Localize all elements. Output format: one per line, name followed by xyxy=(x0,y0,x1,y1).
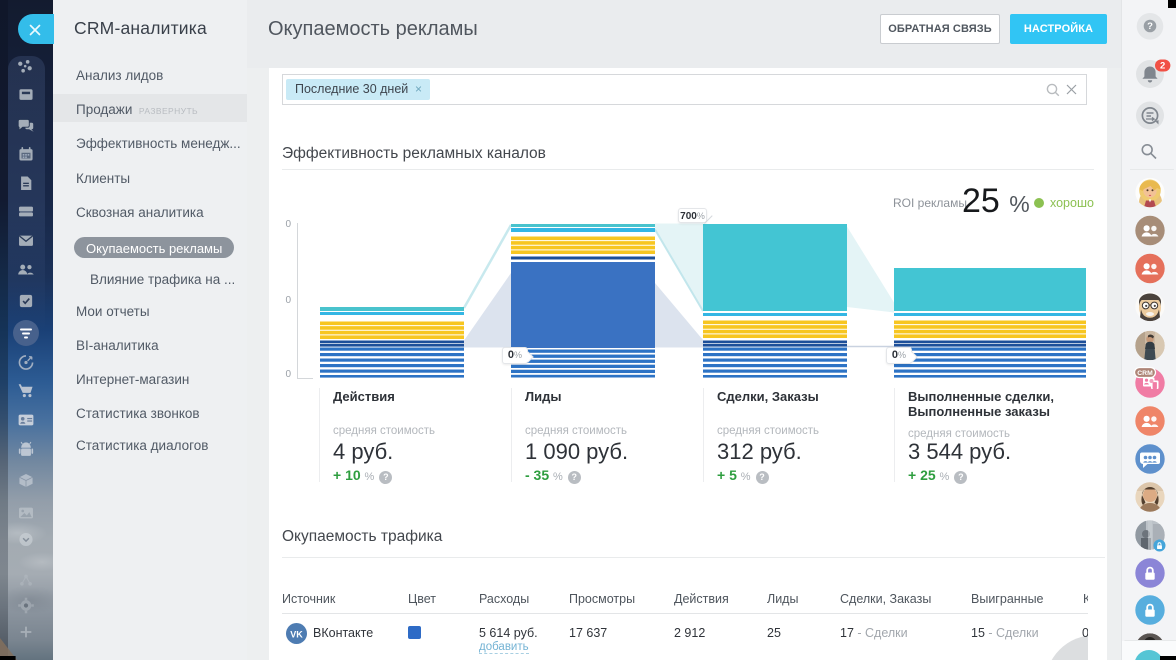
svg-text:CRM: CRM xyxy=(1137,370,1153,377)
svg-text:VK: VK xyxy=(290,630,303,640)
svg-text:2: 2 xyxy=(1160,61,1165,72)
svg-text:?: ? xyxy=(1147,21,1153,32)
